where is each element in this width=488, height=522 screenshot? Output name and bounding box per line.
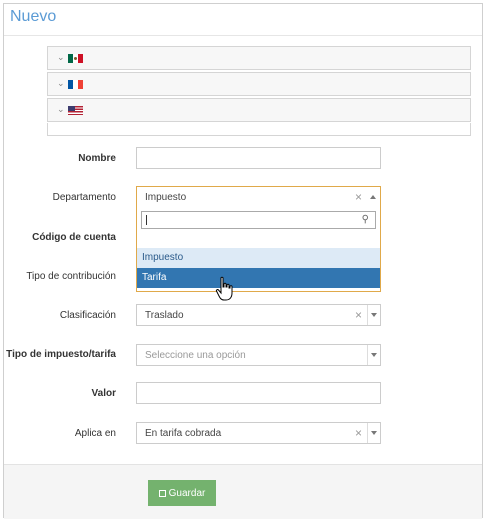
chevron-down-icon[interactable]: ⌄: [57, 104, 65, 115]
usa-flag-icon: [68, 106, 83, 115]
clear-icon[interactable]: ×: [355, 426, 362, 440]
clasificacion-select[interactable]: Traslado ×: [136, 304, 381, 326]
title-divider: [4, 35, 482, 36]
text-caret: [146, 215, 147, 225]
search-icon: ⚲: [361, 214, 369, 225]
language-panel-body: [47, 123, 471, 136]
dropdown-option-impuesto[interactable]: Impuesto: [137, 248, 380, 268]
chevron-down-icon[interactable]: [367, 423, 380, 443]
dropdown-search-input[interactable]: ⚲: [141, 211, 376, 229]
departamento-select[interactable]: Impuesto ×: [136, 186, 381, 208]
mexico-flag-icon: [68, 54, 83, 63]
clasificacion-label: Clasificación: [59, 310, 116, 321]
save-button-label: Guardar: [168, 487, 206, 499]
hand-pointer-cursor-icon: [215, 276, 233, 301]
codigo-cuenta-label: Código de cuenta: [32, 232, 116, 243]
clasificacion-value: Traslado: [145, 310, 184, 321]
clear-icon[interactable]: ×: [355, 190, 362, 204]
tipo-impuesto-label: Tipo de impuesto/tarifa: [6, 349, 116, 360]
valor-input[interactable]: [136, 382, 381, 404]
nombre-label: Nombre: [78, 153, 116, 164]
form-footer: Guardar: [4, 464, 482, 519]
save-button[interactable]: Guardar: [148, 480, 216, 506]
language-row-mexico[interactable]: ⌄: [47, 46, 471, 70]
chevron-down-icon[interactable]: ⌄: [57, 78, 65, 89]
aplica-en-label: Aplica en: [74, 428, 116, 439]
page-title: Nuevo: [10, 8, 57, 25]
tipo-impuesto-select[interactable]: Seleccione una opción: [136, 344, 381, 366]
chevron-down-icon[interactable]: [367, 305, 380, 325]
tipo-impuesto-placeholder: Seleccione una opción: [145, 350, 246, 361]
departamento-dropdown: ⚲ Impuesto Tarifa: [136, 208, 381, 292]
dropdown-option-tarifa[interactable]: Tarifa: [137, 268, 380, 288]
departamento-label: Departamento: [52, 192, 116, 203]
aplica-en-value: En tarifa cobrada: [145, 428, 222, 439]
language-row-france[interactable]: ⌄: [47, 72, 471, 96]
clear-icon[interactable]: ×: [355, 308, 362, 322]
floppy-disk-icon: [158, 489, 166, 497]
france-flag-icon: [68, 80, 83, 89]
chevron-up-icon[interactable]: [367, 187, 380, 207]
aplica-en-select[interactable]: En tarifa cobrada ×: [136, 422, 381, 444]
nombre-input[interactable]: [136, 147, 381, 169]
chevron-down-icon[interactable]: [367, 345, 380, 365]
departamento-value: Impuesto: [145, 192, 187, 203]
language-row-usa[interactable]: ⌄: [47, 98, 471, 122]
tipo-contribucion-label: Tipo de contribución: [26, 271, 116, 282]
chevron-down-icon[interactable]: ⌄: [57, 52, 65, 63]
valor-label: Valor: [91, 388, 116, 399]
form-panel: Nuevo ⌄ ⌄ ⌄ Nombre Departamento Impuesto…: [3, 3, 483, 519]
